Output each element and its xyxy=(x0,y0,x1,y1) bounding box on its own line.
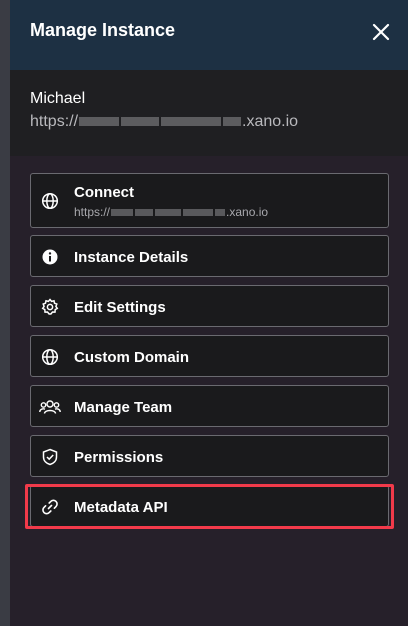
menu-item-edit-settings[interactable]: Edit Settings xyxy=(30,285,389,327)
shield-check-icon xyxy=(41,448,59,466)
menu-item-label: Connect xyxy=(74,184,134,201)
instance-url-suffix: .xano.io xyxy=(242,113,299,130)
menu-item-label: Instance Details xyxy=(74,249,189,266)
menu-item-metadata-api[interactable]: Metadata API xyxy=(30,485,389,527)
menu-item-manage-team[interactable]: Manage Team xyxy=(30,385,389,427)
connect-url: https:// .xano.io xyxy=(74,205,268,219)
panel-header: Manage Instance xyxy=(10,0,408,70)
gear-icon xyxy=(41,298,59,316)
background-strip xyxy=(0,0,10,626)
instance-url: https:// .xano.io xyxy=(30,113,298,131)
instance-info: Michael https:// .xano.io xyxy=(10,70,408,156)
close-button[interactable] xyxy=(368,19,394,45)
redacted-text xyxy=(79,117,120,127)
connect-url-suffix: .xano.io xyxy=(226,205,269,219)
redacted-text xyxy=(215,209,226,217)
link-icon xyxy=(41,498,59,516)
menu-item-label: Edit Settings xyxy=(74,299,166,316)
menu-item-label: Metadata API xyxy=(74,499,168,516)
users-icon xyxy=(39,398,61,416)
menu-item-custom-domain[interactable]: Custom Domain xyxy=(30,335,389,377)
redacted-text xyxy=(155,209,182,217)
globe-icon xyxy=(41,348,59,366)
menu-item-label: Manage Team xyxy=(74,399,173,416)
menu-item-label: Custom Domain xyxy=(74,349,190,366)
instance-name: Michael xyxy=(30,90,86,107)
redacted-text xyxy=(183,209,214,217)
menu-item-connect[interactable]: Connect https:// .xano.io xyxy=(30,173,389,228)
redacted-text xyxy=(161,117,222,127)
menu-item-permissions[interactable]: Permissions xyxy=(30,435,389,477)
redacted-text xyxy=(111,209,134,217)
close-icon xyxy=(372,23,390,41)
redacted-text xyxy=(135,209,154,217)
redacted-text xyxy=(121,117,160,127)
menu-item-label: Permissions xyxy=(74,449,164,466)
globe-icon xyxy=(41,192,59,210)
info-icon xyxy=(41,248,59,266)
panel-title: Manage Instance xyxy=(30,20,176,40)
redacted-text xyxy=(223,117,242,127)
instance-url-prefix: https:// xyxy=(30,113,79,130)
connect-url-prefix: https:// xyxy=(74,205,111,219)
instance-menu: Connect https:// .xano.io Instance Detail… xyxy=(30,173,390,535)
manage-instance-panel: Manage Instance Michael https:// .xano.io… xyxy=(10,0,408,626)
menu-item-instance-details[interactable]: Instance Details xyxy=(30,235,389,277)
